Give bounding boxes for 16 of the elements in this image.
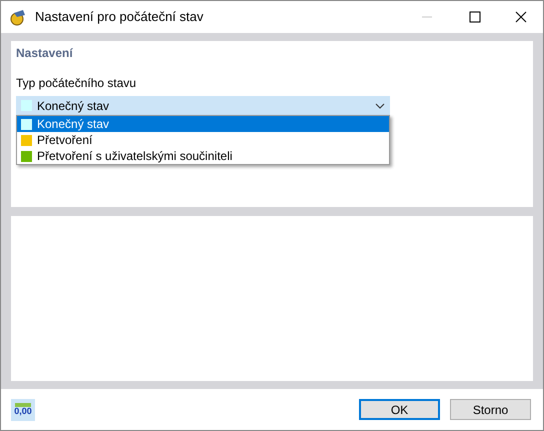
chevron-down-icon [375, 102, 385, 108]
dropdown-option[interactable]: Konečný stav [17, 116, 389, 132]
app-icon [9, 8, 27, 26]
close-icon[interactable] [515, 11, 527, 23]
section-heading: Nastavení [16, 45, 74, 62]
field-label: Typ počátečního stavu [16, 75, 138, 92]
precision-button[interactable]: 0,00 [11, 398, 35, 420]
window-title: Nastavení pro počáteční stav [35, 8, 204, 26]
dropdown-value: Konečný stav [37, 98, 110, 114]
dialog-button[interactable]: Storno [450, 399, 531, 420]
ruler-icon [15, 403, 31, 407]
dialog-button[interactable]: OK [359, 399, 440, 420]
type-dropdown[interactable]: Konečný stav [16, 96, 390, 115]
dropdown-option[interactable]: Přetvoření [17, 132, 389, 148]
maximize-icon[interactable] [469, 11, 481, 23]
dropdown-option[interactable]: Přetvoření s uživatelskými součiniteli [17, 148, 389, 164]
